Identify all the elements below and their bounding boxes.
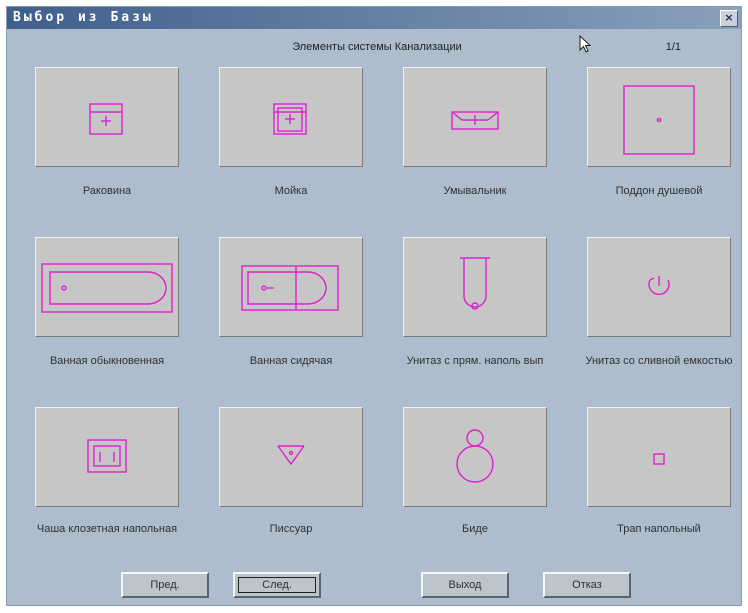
exit-button[interactable]: Выход <box>421 572 509 598</box>
shower-tray-symbol-icon <box>623 85 695 155</box>
item-label: Унитаз с прям. наполь вып <box>406 355 544 367</box>
item-label: Поддон душевой <box>615 185 703 197</box>
sink-symbol-icon <box>89 103 123 135</box>
bidet-symbol-icon <box>456 429 494 483</box>
tile-toilet-cistern[interactable] <box>587 237 731 337</box>
item-label: Унитаз со сливной емкостью <box>585 355 733 367</box>
select-from-database-dialog: Выбор из Базы × Элементы системы Канализ… <box>6 6 742 606</box>
tile-kitchen-sink[interactable] <box>219 67 363 167</box>
tile-washbasin[interactable] <box>403 67 547 167</box>
urinal-symbol-icon <box>277 445 305 466</box>
tile-urinal[interactable] <box>219 407 363 507</box>
window-title: Выбор из Базы <box>13 10 154 25</box>
close-icon[interactable]: × <box>720 10 738 27</box>
toilet-cistern-symbol-icon <box>648 276 670 296</box>
category-title: Элементы системы Канализации <box>292 41 462 53</box>
item-label: Умывальник <box>443 185 507 197</box>
tile-sink[interactable] <box>35 67 179 167</box>
item-label: Ванная сидячая <box>249 355 333 367</box>
cancel-button[interactable]: Отказ <box>543 572 631 598</box>
title-bar[interactable]: Выбор из Базы × <box>7 7 741 29</box>
tile-bidet[interactable] <box>403 407 547 507</box>
tile-sitting-bath[interactable] <box>219 237 363 337</box>
kitchen-sink-symbol-icon <box>273 103 307 135</box>
item-label: Биде <box>462 523 488 535</box>
item-label: Мойка <box>274 185 308 197</box>
tile-floor-bowl[interactable] <box>35 407 179 507</box>
item-label: Писсуар <box>269 523 313 535</box>
washbasin-symbol-icon <box>451 111 499 130</box>
prev-button[interactable]: Пред. <box>121 572 209 598</box>
item-label: Чаша клозетная напольная <box>36 523 178 535</box>
next-button[interactable]: След. <box>233 572 321 598</box>
item-label: Трап напольный <box>617 523 701 535</box>
tile-floor-drain[interactable] <box>587 407 731 507</box>
floor-drain-symbol-icon <box>653 453 665 465</box>
sitting-bath-symbol-icon <box>241 265 339 311</box>
floor-bowl-symbol-icon <box>87 439 127 473</box>
bathtub-symbol-icon <box>41 263 173 313</box>
item-label: Ванная обыкновенная <box>49 355 165 367</box>
tile-shower-tray[interactable] <box>587 67 731 167</box>
mouse-pointer-icon <box>579 35 592 53</box>
item-label: Раковина <box>82 185 132 197</box>
tile-toilet-straight[interactable] <box>403 237 547 337</box>
page-indicator: 1/1 <box>665 41 681 53</box>
toilet-straight-outlet-symbol-icon <box>460 257 490 310</box>
tile-bathtub[interactable] <box>35 237 179 337</box>
